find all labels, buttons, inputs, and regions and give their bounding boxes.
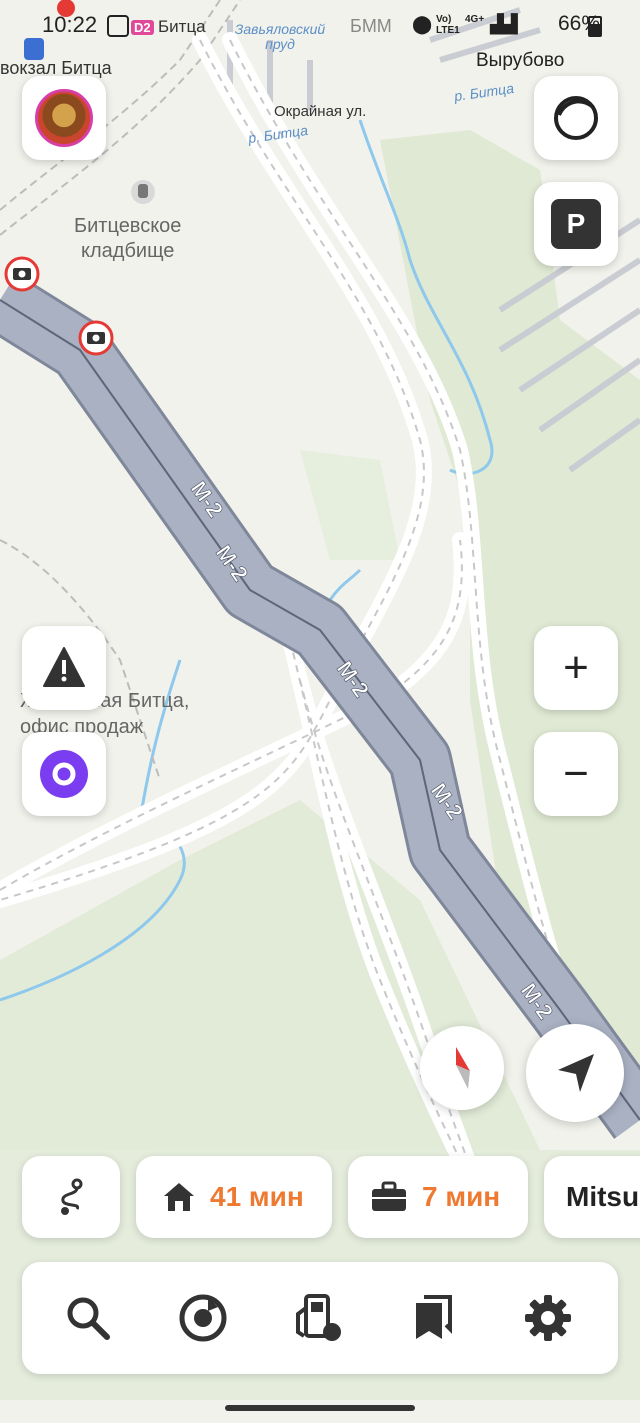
signal-icon: ▟▟: [490, 14, 518, 34]
route-button[interactable]: [22, 1156, 120, 1238]
music-disc-icon: [179, 1294, 227, 1342]
layers-icon: [554, 96, 598, 140]
warning-icon: [43, 647, 85, 687]
avatar: [35, 89, 93, 147]
work-shortcut-button[interactable]: 7 мин: [348, 1156, 528, 1238]
settings-button[interactable]: [522, 1292, 574, 1344]
gas-stations-button[interactable]: [292, 1292, 344, 1344]
clock: 10:22: [42, 12, 98, 37]
briefcase-icon: [372, 1181, 406, 1211]
zoom-in-button[interactable]: +: [534, 626, 618, 710]
status-bar: 10:22 D2 Битца ⬤ Vo) LTE1 4G+ ▟▟ 66%: [0, 0, 640, 50]
music-button[interactable]: [177, 1292, 229, 1344]
map-label-cemetery: Битцевское кладбище: [74, 215, 182, 262]
cemetery-icon: [131, 180, 155, 204]
metro-station-label: Битца: [158, 17, 206, 36]
screen-cast-icon: [107, 15, 129, 37]
alice-icon: [40, 750, 88, 798]
profile-avatar-button[interactable]: [22, 76, 106, 160]
car-shortcut-label: Mitsu: [566, 1181, 640, 1212]
lte-indicator: Vo) LTE1: [436, 14, 460, 36]
route-icon: [61, 1178, 83, 1215]
layers-button[interactable]: [534, 76, 618, 160]
navigation-arrow-icon: [558, 1054, 594, 1092]
compass-button[interactable]: [420, 1026, 504, 1110]
plus-icon: +: [563, 643, 589, 692]
alice-assistant-button[interactable]: [22, 732, 106, 816]
compass-icon: [456, 1047, 470, 1089]
minus-icon: −: [563, 749, 589, 798]
work-travel-time: 7 мин: [422, 1181, 501, 1212]
bookmarks-button[interactable]: [407, 1292, 459, 1344]
car-shortcut-button[interactable]: Mitsu: [544, 1156, 640, 1238]
parking-icon: P: [551, 199, 601, 249]
4g-indicator: 4G+: [465, 14, 485, 25]
bookmark-icon: [416, 1295, 452, 1339]
map-label-vyrubovo: Вырубово: [476, 50, 565, 71]
road-events-button[interactable]: [22, 626, 106, 710]
speed-camera-icon[interactable]: [4, 256, 40, 292]
search-icon: [67, 1297, 110, 1340]
my-location-button[interactable]: [526, 1024, 624, 1122]
location-icon: ⬤: [412, 14, 433, 34]
fuel-icon: [296, 1294, 341, 1341]
search-button[interactable]: [62, 1292, 114, 1344]
home-icon: [164, 1183, 194, 1211]
speed-camera-icon[interactable]: [78, 320, 114, 356]
home-shortcut-button[interactable]: 41 мин: [136, 1156, 332, 1238]
bottom-toolbar: [22, 1262, 618, 1374]
gear-icon: [525, 1295, 571, 1341]
home-indicator[interactable]: [225, 1405, 415, 1411]
zoom-out-button[interactable]: −: [534, 732, 618, 816]
map-label-okrainaya: Окрайная ул.: [274, 103, 367, 120]
home-travel-time: 41 мин: [210, 1181, 304, 1212]
parking-button[interactable]: P: [534, 182, 618, 266]
battery-icon: [588, 16, 602, 37]
metro-line-badge: D2: [131, 20, 154, 35]
